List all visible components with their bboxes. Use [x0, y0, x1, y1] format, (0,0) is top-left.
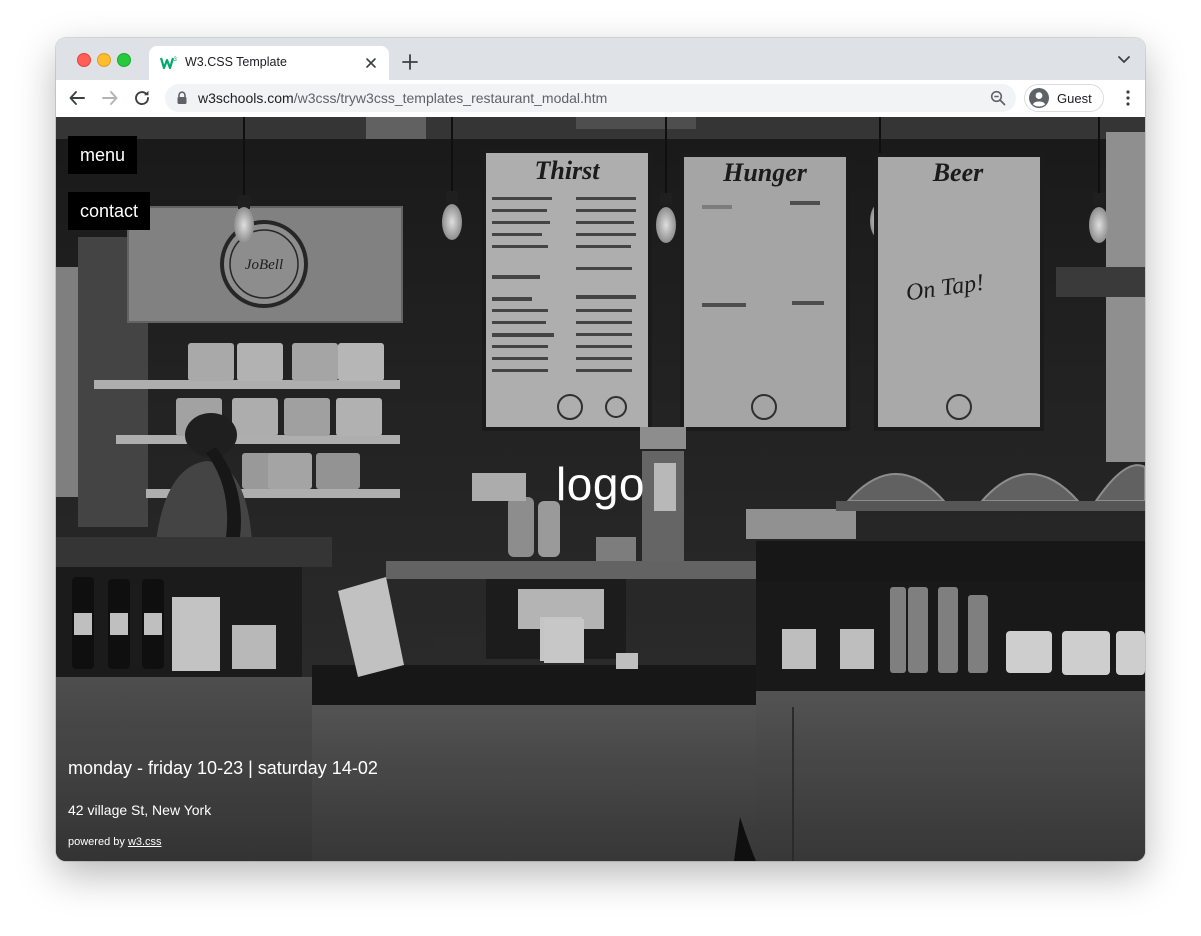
browser-toolbar: w3schools.com/w3css/tryw3css_templates_r…	[56, 80, 1145, 118]
zoom-icon[interactable]	[990, 90, 1006, 106]
profile-button[interactable]: Guest	[1024, 84, 1104, 112]
reload-icon[interactable]	[133, 89, 151, 107]
tab-strip: 3 W3.CSS Template	[56, 38, 1145, 80]
address-bar[interactable]: w3schools.com/w3css/tryw3css_templates_r…	[165, 84, 1016, 112]
avatar-icon	[1029, 88, 1049, 108]
powered-by-footer: powered by w3.css	[68, 836, 162, 848]
profile-label: Guest	[1057, 91, 1092, 106]
arrow-left-icon[interactable]	[68, 89, 86, 107]
kebab-icon[interactable]	[1125, 89, 1131, 107]
w3css-link[interactable]: w3.css	[128, 836, 162, 848]
svg-text:3: 3	[174, 57, 178, 63]
address: 42 village St, New York	[68, 802, 212, 818]
maximize-window-button[interactable]	[117, 53, 131, 67]
page-logo: logo	[556, 458, 645, 510]
lock-icon[interactable]	[176, 91, 188, 105]
minimize-window-button[interactable]	[97, 53, 111, 67]
url-text[interactable]: w3schools.com/w3css/tryw3css_templates_r…	[198, 90, 607, 106]
url-host: w3schools.com	[198, 90, 294, 106]
plus-icon[interactable]	[400, 52, 420, 72]
menu-button[interactable]: menu	[68, 136, 138, 174]
close-icon[interactable]	[363, 55, 379, 71]
w3schools-favicon-icon: 3	[160, 57, 178, 70]
tab-title: W3.CSS Template	[185, 55, 287, 69]
close-window-button[interactable]	[77, 53, 91, 67]
browser-tab[interactable]: 3 W3.CSS Template	[149, 46, 389, 80]
url-path: /w3css/tryw3css_templates_restaurant_mod…	[293, 90, 608, 106]
page-content: JoBell Thirst Hunger Beer On Tap! menu c…	[56, 117, 1145, 861]
arrow-right-icon[interactable]	[101, 89, 119, 107]
contact-button[interactable]: contact	[68, 192, 151, 230]
chevron-down-icon[interactable]	[1117, 55, 1131, 65]
browser-window: 3 W3.CSS Template w3schools.com/w3css/tr…	[56, 38, 1145, 861]
powered-by-text: powered by	[68, 836, 128, 848]
opening-hours: monday - friday 10-23 | saturday 14-02	[68, 758, 378, 778]
